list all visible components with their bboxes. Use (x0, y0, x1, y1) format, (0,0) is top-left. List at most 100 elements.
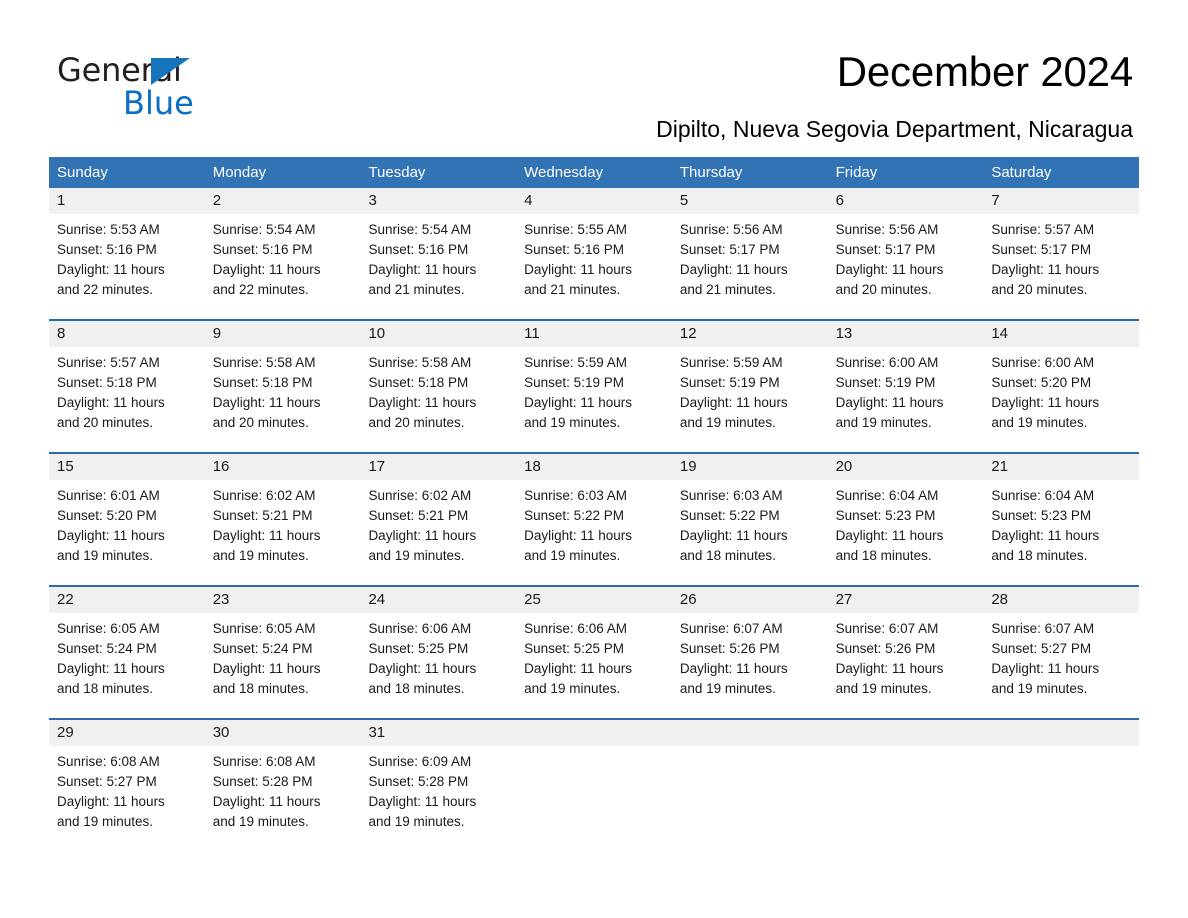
daylight-text-line2: and 19 minutes. (212, 814, 309, 829)
logo-triangle-icon (151, 58, 190, 85)
daylight-text-line1: Daylight: 11 hours (368, 528, 477, 543)
sunset-text: Sunset: 5:20 PM (57, 508, 157, 523)
day-details: Sunrise: 6:08 AM Sunset: 5:27 PM Daylight:… (49, 746, 205, 832)
calendar-week-row: 22 Sunrise: 6:05 AM Sunset: 5:24 PM Dayligh… (49, 585, 1140, 700)
day-details: Sunrise: 5:59 AM Sunset: 5:19 PM Daylight:… (516, 347, 672, 433)
calendar-day-cell[interactable]: 20 Sunrise: 6:04 AM Sunset: 5:23 PM Dayligh… (827, 454, 984, 567)
calendar-day-cell[interactable]: 27 Sunrise: 6:07 AM Sunset: 5:26 PM Dayligh… (827, 587, 984, 700)
page-title: December 2024 (836, 48, 1133, 95)
sunset-text: Sunset: 5:16 PM (57, 242, 157, 257)
day-number: 18 (516, 454, 672, 480)
day-details: Sunrise: 6:06 AM Sunset: 5:25 PM Daylight:… (516, 613, 672, 699)
calendar-day-cell[interactable]: 31 Sunrise: 6:09 AM Sunset: 5:28 PM Dayligh… (360, 720, 517, 833)
day-number: 6 (827, 188, 984, 214)
daylight-text-line1: Daylight: 11 hours (368, 395, 477, 410)
calendar-day-cell[interactable]: 24 Sunrise: 6:06 AM Sunset: 5:25 PM Dayligh… (360, 587, 517, 700)
day-details: Sunrise: 6:06 AM Sunset: 5:25 PM Daylight:… (360, 613, 516, 699)
day-number: 17 (360, 454, 517, 480)
daylight-text-line2: and 19 minutes. (835, 681, 932, 696)
sunrise-text: Sunrise: 6:02 AM (212, 488, 316, 503)
calendar-day-cell[interactable]: 15 Sunrise: 6:01 AM Sunset: 5:20 PM Dayligh… (49, 454, 205, 567)
calendar-day-cell[interactable]: 8 Sunrise: 5:57 AM Sunset: 5:18 PM Daylight… (49, 321, 205, 434)
calendar-day-cell[interactable]: 23 Sunrise: 6:05 AM Sunset: 5:24 PM Dayligh… (204, 587, 361, 700)
sunrise-text: Sunrise: 6:08 AM (57, 754, 160, 769)
day-details: Sunrise: 5:58 AM Sunset: 5:18 PM Daylight:… (205, 347, 361, 433)
calendar-day-cell[interactable]: 4 Sunrise: 5:55 AM Sunset: 5:16 PM Daylight… (516, 188, 672, 301)
day-number: 12 (671, 321, 828, 347)
daylight-text-line1: Daylight: 11 hours (991, 262, 1100, 277)
weekday-header-tuesday: Tuesday (368, 164, 426, 181)
calendar-day-cell[interactable]: 2 Sunrise: 5:54 AM Sunset: 5:16 PM Daylight… (204, 188, 361, 301)
day-number: 29 (49, 720, 205, 746)
sunrise-text: Sunrise: 6:08 AM (212, 754, 316, 769)
calendar-day-cell[interactable]: 6 Sunrise: 5:56 AM Sunset: 5:17 PM Daylight… (827, 188, 984, 301)
calendar-day-cell[interactable]: 13 Sunrise: 6:00 AM Sunset: 5:19 PM Dayligh… (827, 321, 984, 434)
daylight-text-line2: and 20 minutes. (57, 415, 154, 430)
calendar-day-cell[interactable]: 21 Sunrise: 6:04 AM Sunset: 5:23 PM Dayligh… (983, 454, 1140, 567)
calendar-day-cell[interactable]: 12 Sunrise: 5:59 AM Sunset: 5:19 PM Dayligh… (671, 321, 828, 434)
daylight-text-line1: Daylight: 11 hours (835, 395, 944, 410)
sunset-text: Sunset: 5:16 PM (524, 242, 624, 257)
weekday-header-wednesday: Wednesday (524, 164, 604, 181)
sunset-text: Sunset: 5:17 PM (835, 242, 936, 257)
calendar-day-cell[interactable]: 11 Sunrise: 5:59 AM Sunset: 5:19 PM Dayligh… (516, 321, 672, 434)
sunrise-text: Sunrise: 6:05 AM (57, 621, 160, 636)
calendar-day-cell[interactable]: 10 Sunrise: 5:58 AM Sunset: 5:18 PM Dayligh… (360, 321, 517, 434)
day-details: Sunrise: 5:53 AM Sunset: 5:16 PM Daylight:… (49, 214, 205, 300)
daylight-text-line2: and 19 minutes. (57, 548, 154, 563)
calendar-day-cell[interactable]: 30 Sunrise: 6:08 AM Sunset: 5:28 PM Dayligh… (204, 720, 361, 833)
sunrise-text: Sunrise: 5:54 AM (368, 222, 472, 237)
daylight-text-line1: Daylight: 11 hours (57, 528, 165, 543)
daylight-text-line1: Daylight: 11 hours (991, 661, 1100, 676)
calendar-day-cell[interactable]: 19 Sunrise: 6:03 AM Sunset: 5:22 PM Dayligh… (671, 454, 828, 567)
calendar-day-cell[interactable]: 16 Sunrise: 6:02 AM Sunset: 5:21 PM Dayligh… (204, 454, 361, 567)
sunrise-text: Sunrise: 5:59 AM (524, 355, 627, 370)
calendar-day-cell[interactable]: 17 Sunrise: 6:02 AM Sunset: 5:21 PM Dayligh… (360, 454, 517, 567)
day-details (672, 746, 828, 752)
day-number: 25 (516, 587, 672, 613)
calendar-day-cell[interactable]: 9 Sunrise: 5:58 AM Sunset: 5:18 PM Daylight… (204, 321, 361, 434)
calendar-empty-cell (827, 720, 984, 833)
sunset-text: Sunset: 5:21 PM (212, 508, 313, 523)
calendar-day-cell[interactable]: 28 Sunrise: 6:07 AM Sunset: 5:27 PM Dayligh… (983, 587, 1140, 700)
sunset-text: Sunset: 5:16 PM (212, 242, 313, 257)
day-number: 20 (827, 454, 984, 480)
day-number (983, 720, 1140, 746)
sunrise-text: Sunrise: 6:07 AM (679, 621, 783, 636)
day-details: Sunrise: 6:07 AM Sunset: 5:26 PM Daylight:… (828, 613, 984, 699)
calendar-day-cell[interactable]: 3 Sunrise: 5:54 AM Sunset: 5:16 PM Daylight… (360, 188, 517, 301)
daylight-text-line2: and 20 minutes. (368, 415, 465, 430)
day-number (671, 720, 828, 746)
daylight-text-line2: and 19 minutes. (991, 681, 1088, 696)
sunset-text: Sunset: 5:25 PM (524, 641, 624, 656)
general-blue-logo: General Blue (57, 52, 357, 122)
calendar-day-cell[interactable]: 7 Sunrise: 5:57 AM Sunset: 5:17 PM Daylight… (983, 188, 1140, 301)
daylight-text-line2: and 20 minutes. (991, 282, 1088, 297)
daylight-text-line1: Daylight: 11 hours (835, 262, 944, 277)
day-details: Sunrise: 6:01 AM Sunset: 5:20 PM Daylight:… (49, 480, 205, 566)
calendar-day-cell[interactable]: 26 Sunrise: 6:07 AM Sunset: 5:26 PM Dayligh… (671, 587, 828, 700)
daylight-text-line1: Daylight: 11 hours (679, 395, 788, 410)
calendar-day-cell[interactable]: 29 Sunrise: 6:08 AM Sunset: 5:27 PM Dayligh… (49, 720, 205, 833)
sunset-text: Sunset: 5:17 PM (991, 242, 1092, 257)
calendar-page: General Blue December 2024 Dipilto, Nuev… (0, 0, 1188, 918)
sunrise-text: Sunrise: 5:53 AM (57, 222, 160, 237)
calendar-day-cell[interactable]: 5 Sunrise: 5:56 AM Sunset: 5:17 PM Daylight… (671, 188, 828, 301)
daylight-text-line1: Daylight: 11 hours (212, 262, 321, 277)
day-details: Sunrise: 5:56 AM Sunset: 5:17 PM Daylight:… (672, 214, 828, 300)
calendar-day-cell[interactable]: 18 Sunrise: 6:03 AM Sunset: 5:22 PM Dayligh… (516, 454, 672, 567)
week-spacer (49, 700, 1139, 718)
daylight-text-line1: Daylight: 11 hours (212, 395, 321, 410)
calendar-day-cell[interactable]: 22 Sunrise: 6:05 AM Sunset: 5:24 PM Dayligh… (49, 587, 205, 700)
sunset-text: Sunset: 5:20 PM (991, 375, 1092, 390)
page-header: General Blue December 2024 Dipilto, Nuev… (0, 0, 1188, 142)
calendar-day-cell[interactable]: 14 Sunrise: 6:00 AM Sunset: 5:20 PM Dayligh… (983, 321, 1140, 434)
sunrise-text: Sunrise: 6:04 AM (991, 488, 1095, 503)
daylight-text-line2: and 18 minutes. (835, 548, 932, 563)
calendar-day-cell[interactable]: 25 Sunrise: 6:06 AM Sunset: 5:25 PM Dayligh… (516, 587, 672, 700)
daylight-text-line2: and 19 minutes. (212, 548, 309, 563)
daylight-text-line1: Daylight: 11 hours (57, 395, 165, 410)
daylight-text-line1: Daylight: 11 hours (679, 528, 788, 543)
calendar-day-cell[interactable]: 1 Sunrise: 5:53 AM Sunset: 5:16 PM Daylight… (49, 188, 205, 301)
sunset-text: Sunset: 5:28 PM (212, 774, 313, 789)
